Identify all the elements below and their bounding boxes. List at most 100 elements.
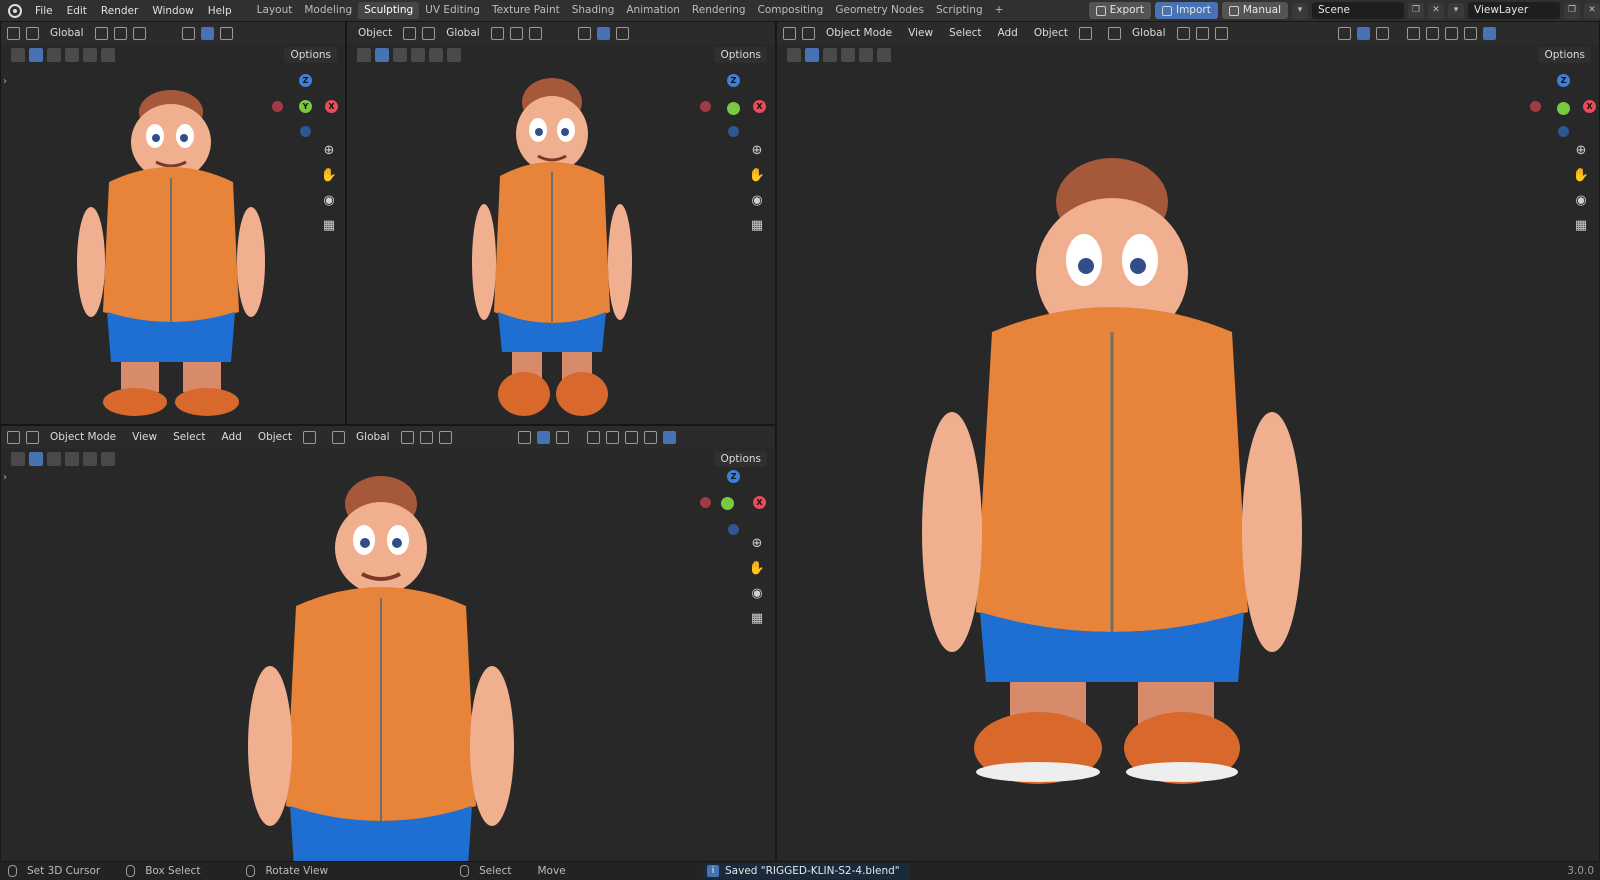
shading-material-icon[interactable]	[643, 430, 657, 444]
gizmo-z-axis[interactable]: Z	[299, 74, 312, 87]
copy-view-layer-icon[interactable]: ❐	[1564, 2, 1580, 19]
shading-wireframe-icon[interactable]	[605, 430, 619, 444]
tool-icon[interactable]	[11, 452, 25, 466]
copy-scene-icon[interactable]: ❐	[1408, 2, 1424, 19]
transform-orientation-dropdown[interactable]: Global	[351, 429, 395, 445]
gizmo-neg-x-axis[interactable]	[700, 497, 711, 508]
proportional-icon[interactable]	[132, 26, 146, 40]
menu-object[interactable]: Object	[253, 429, 297, 445]
snap-icon[interactable]	[1195, 26, 1209, 40]
menu-view[interactable]: View	[127, 429, 162, 445]
camera-icon[interactable]: ◉	[747, 584, 767, 604]
gizmo-neg-z-axis[interactable]	[728, 524, 739, 535]
perspective-grid-icon[interactable]: ▦	[1571, 216, 1591, 236]
export-button[interactable]: Export	[1088, 2, 1151, 19]
sidebar-toggle-icon[interactable]: ›	[3, 76, 7, 87]
gizmo-toggle-icon[interactable]	[1356, 26, 1370, 40]
transform-orientation-dropdown[interactable]: Global	[441, 25, 485, 41]
select-subtract-icon[interactable]	[411, 48, 425, 62]
overlay-icon[interactable]	[1375, 26, 1389, 40]
select-intersect-icon[interactable]	[101, 452, 115, 466]
tab-scripting[interactable]: Scripting	[930, 2, 989, 19]
gizmo-y-axis[interactable]	[1557, 102, 1570, 115]
navigation-gizmo[interactable]: Z X	[697, 466, 769, 538]
tab-uv-editing[interactable]: UV Editing	[419, 2, 486, 19]
menu-edit[interactable]: Edit	[60, 5, 94, 17]
menu-help[interactable]: Help	[201, 5, 239, 17]
editor-type-icon[interactable]	[7, 430, 20, 444]
pivot-icon[interactable]	[400, 430, 414, 444]
select-invert-icon[interactable]	[83, 452, 97, 466]
pivot-icon[interactable]	[490, 26, 504, 40]
gizmo-x-axis[interactable]: X	[325, 100, 338, 113]
gizmo-x-axis[interactable]: X	[1583, 100, 1596, 113]
shading-solid-icon[interactable]	[1444, 26, 1458, 40]
perspective-grid-icon[interactable]: ▦	[747, 609, 767, 629]
select-intersect-icon[interactable]	[101, 48, 115, 62]
tool-icon[interactable]	[11, 48, 25, 62]
editor-type-icon[interactable]	[783, 26, 796, 40]
snap-target-icon[interactable]	[1079, 26, 1093, 40]
options-dropdown[interactable]: Options	[714, 47, 767, 63]
navigation-gizmo[interactable]: Z X	[1527, 70, 1599, 142]
overlay-icon[interactable]	[219, 26, 233, 40]
select-new-icon[interactable]	[29, 452, 43, 466]
overlay-icon[interactable]	[555, 430, 569, 444]
select-subtract-icon[interactable]	[65, 452, 79, 466]
pan-hand-icon[interactable]: ✋	[1571, 166, 1591, 186]
menu-render[interactable]: Render	[94, 5, 145, 17]
camera-icon[interactable]: ◉	[747, 191, 767, 211]
ortho-grid-icon[interactable]: ▦	[319, 216, 339, 236]
menu-window[interactable]: Window	[145, 5, 200, 17]
select-extend-icon[interactable]	[47, 452, 61, 466]
snap-target-icon[interactable]	[403, 26, 417, 40]
tab-texture-paint[interactable]: Texture Paint	[486, 2, 566, 19]
menu-select[interactable]: Select	[944, 25, 986, 41]
gizmo-neg-z-axis[interactable]	[1558, 126, 1569, 137]
snap-icon[interactable]	[113, 26, 127, 40]
tab-geometry-nodes[interactable]: Geometry Nodes	[829, 2, 930, 19]
pivot-icon[interactable]	[94, 26, 108, 40]
shading-wireframe-icon[interactable]	[1425, 26, 1439, 40]
editor-type-icon[interactable]	[7, 26, 20, 40]
select-new-icon[interactable]	[805, 48, 819, 62]
menu-add[interactable]: Add	[216, 429, 246, 445]
pivot-icon[interactable]	[1176, 26, 1190, 40]
shading-solid-icon[interactable]	[624, 430, 638, 444]
shading-material-icon[interactable]	[1463, 26, 1477, 40]
select-new-icon[interactable]	[29, 48, 43, 62]
zoom-icon[interactable]: ⊕	[1571, 141, 1591, 161]
menu-add[interactable]: Add	[992, 25, 1022, 41]
pan-hand-icon[interactable]: ✋	[747, 166, 767, 186]
delete-view-layer-icon[interactable]: ✕	[1584, 2, 1600, 19]
menu-file[interactable]: File	[28, 5, 60, 17]
tool-icon[interactable]	[787, 48, 801, 62]
viewport-top-left[interactable]: Global Options › Z X Y ⊕ ✋ ◉ ▦	[0, 21, 346, 425]
sidebar-toggle-icon[interactable]: ›	[3, 472, 7, 483]
pan-hand-icon[interactable]: ✋	[747, 559, 767, 579]
pan-hand-icon[interactable]: ✋	[319, 166, 339, 186]
gizmo-toggle-icon[interactable]	[200, 26, 214, 40]
proportional-icon[interactable]	[528, 26, 542, 40]
visibility-icon[interactable]	[1337, 26, 1351, 40]
zoom-icon[interactable]: ⊕	[319, 141, 339, 161]
select-extend-icon[interactable]	[393, 48, 407, 62]
visibility-icon[interactable]	[181, 26, 195, 40]
manual-button[interactable]: Manual	[1221, 2, 1288, 19]
gizmo-toggle-icon[interactable]	[596, 26, 610, 40]
blender-logo-icon[interactable]	[8, 3, 22, 18]
xray-icon[interactable]	[586, 430, 600, 444]
viewport-top-middle[interactable]: Object Global Options Z X ⊕ ✋ ◉ ▦	[346, 21, 776, 425]
gizmo-neg-z-axis[interactable]	[728, 126, 739, 137]
snap-icon[interactable]	[419, 430, 433, 444]
gizmo-y-axis[interactable]: Y	[299, 100, 312, 113]
menu-view[interactable]: View	[903, 25, 938, 41]
select-intersect-icon[interactable]	[877, 48, 891, 62]
scene-type-icon[interactable]: ▾	[1292, 2, 1308, 19]
options-dropdown[interactable]: Options	[284, 47, 337, 63]
gizmo-toggle-icon[interactable]	[536, 430, 550, 444]
viewport-right[interactable]: Object Mode View Select Add Object Globa…	[776, 21, 1600, 862]
shading-rendered-icon[interactable]	[1482, 26, 1496, 40]
mode-dropdown[interactable]: Object Mode	[821, 25, 897, 41]
options-dropdown[interactable]: Options	[714, 451, 767, 467]
